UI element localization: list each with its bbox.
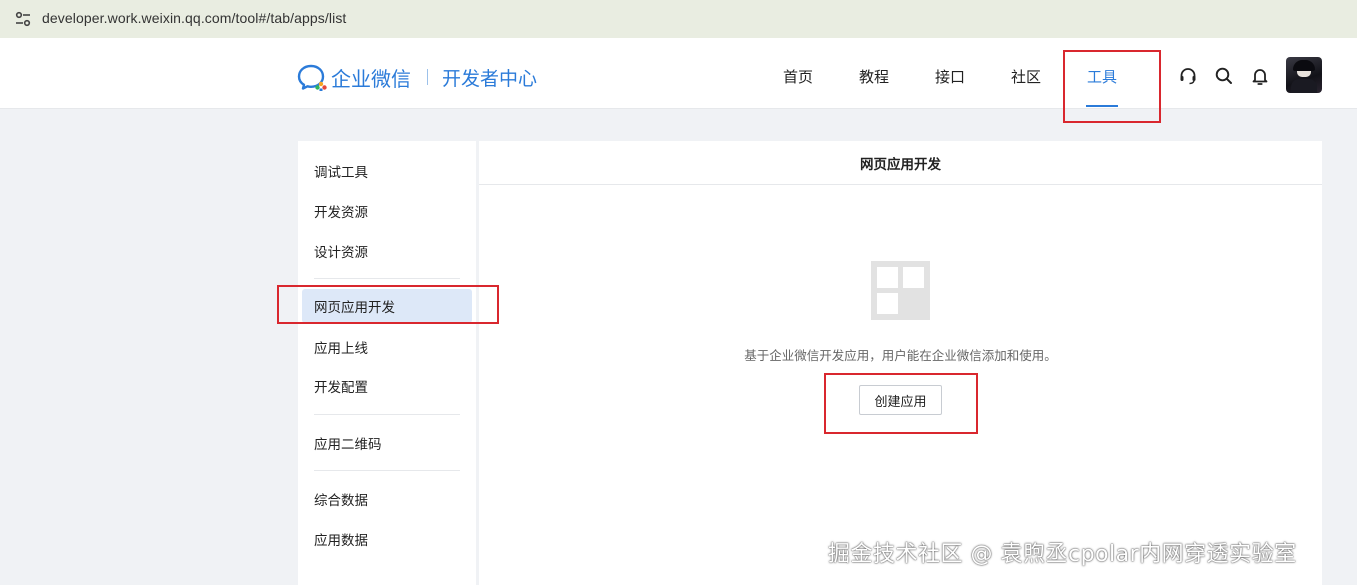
headset-icon[interactable] (1178, 66, 1198, 86)
sidebar-divider (314, 278, 460, 279)
logo-divider (427, 69, 428, 85)
brand-subtitle: 开发者中心 (442, 67, 538, 90)
nav-tools[interactable]: 工具 (1064, 44, 1140, 109)
nav-api[interactable]: 接口 (912, 44, 988, 109)
sidebar-item-overall-data[interactable]: 综合数据 (302, 482, 472, 516)
nav-tutorials[interactable]: 教程 (836, 44, 912, 109)
sidebar-item-app-qrcode[interactable]: 应用二维码 (302, 426, 472, 460)
main-panel: 网页应用开发 基于企业微信开发应用，用户能在企业微信添加和使用。 创建应用 (479, 141, 1322, 585)
top-nav: 首页 教程 接口 社区 工具 (760, 44, 1140, 109)
watermark-text: 掘金技术社区 @ 袁煦丞cpolar内网穿透实验室 (828, 542, 1297, 567)
brand-name: 企业微信 (331, 66, 411, 91)
create-app-button[interactable]: 创建应用 (859, 385, 942, 415)
tune-icon[interactable] (14, 11, 32, 27)
empty-description: 基于企业微信开发应用，用户能在企业微信添加和使用。 (744, 348, 1057, 363)
sidebar: 调试工具 开发资源 设计资源 网页应用开发 应用上线 开发配置 应用二维码 综合… (298, 141, 476, 585)
sidebar-divider (314, 470, 460, 471)
avatar[interactable] (1286, 57, 1322, 93)
site-logo[interactable]: 企业微信 开发者中心 (297, 62, 537, 92)
sidebar-item-app-launch[interactable]: 应用上线 (302, 330, 472, 364)
site-header: 企业微信 开发者中心 首页 教程 接口 社区 工具 (0, 44, 1357, 109)
sidebar-item-debug-tools[interactable]: 调试工具 (302, 154, 472, 188)
url-text[interactable]: developer.work.weixin.qq.com/tool#/tab/a… (42, 10, 346, 26)
sidebar-divider (314, 414, 460, 415)
grid-app-icon (871, 261, 930, 320)
browser-address-bar: developer.work.weixin.qq.com/tool#/tab/a… (0, 0, 1357, 44)
nav-home[interactable]: 首页 (760, 44, 836, 109)
sidebar-item-design-resources[interactable]: 设计资源 (302, 234, 472, 268)
sidebar-item-app-data[interactable]: 应用数据 (302, 522, 472, 556)
sidebar-item-dev-config[interactable]: 开发配置 (302, 369, 472, 403)
sidebar-item-web-app-dev[interactable]: 网页应用开发 (302, 289, 472, 323)
wecom-logo-icon (297, 64, 327, 91)
sidebar-item-dev-resources[interactable]: 开发资源 (302, 194, 472, 228)
bell-icon[interactable] (1250, 66, 1270, 86)
page-title: 网页应用开发 (479, 141, 1322, 185)
nav-community[interactable]: 社区 (988, 44, 1064, 109)
search-icon[interactable] (1214, 66, 1234, 86)
url-bar[interactable]: developer.work.weixin.qq.com/tool#/tab/a… (0, 0, 1357, 38)
